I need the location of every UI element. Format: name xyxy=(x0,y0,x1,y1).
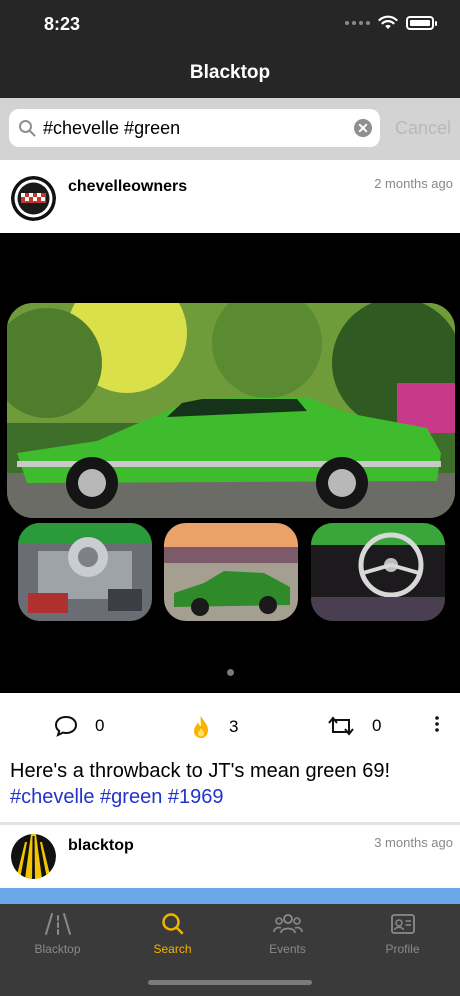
flame-icon xyxy=(194,716,208,738)
people-icon xyxy=(272,914,303,934)
post-media-carousel[interactable] xyxy=(0,233,460,693)
more-icon xyxy=(435,716,439,732)
home-indicator xyxy=(148,980,312,985)
flame-count: 3 xyxy=(229,717,239,736)
post-photo-sunset[interactable] xyxy=(164,523,298,621)
post-photo-main[interactable] xyxy=(7,303,455,518)
cancel-button[interactable]: Cancel xyxy=(395,118,451,139)
post-username[interactable]: blacktop xyxy=(68,837,134,855)
tab-events[interactable]: Events xyxy=(230,912,345,956)
post-timestamp: 2 months ago xyxy=(374,176,453,191)
status-icons xyxy=(345,15,437,30)
search-field[interactable] xyxy=(9,109,380,147)
top-bar: 8:23 Blacktop xyxy=(0,0,460,98)
tab-label: Blacktop xyxy=(34,942,81,956)
search-icon xyxy=(19,120,36,137)
tab-label: Events xyxy=(269,942,306,956)
comment-action[interactable]: 0 xyxy=(54,715,104,737)
page-title: Blacktop xyxy=(189,62,271,83)
clear-search-icon[interactable] xyxy=(354,119,372,137)
carousel-page-indicator xyxy=(227,669,234,676)
tab-blacktop[interactable]: Blacktop xyxy=(0,912,115,956)
tab-label: Search xyxy=(153,942,192,956)
status-time: 8:23 xyxy=(44,14,81,34)
more-options-button[interactable] xyxy=(432,715,442,733)
post-header: chevelleowners 2 months ago xyxy=(0,160,460,232)
repost-count: 0 xyxy=(372,716,382,735)
tab-search[interactable]: Search xyxy=(115,912,230,956)
post-media-preview[interactable] xyxy=(0,888,460,904)
cellular-signal-icon xyxy=(345,20,370,25)
comment-count: 0 xyxy=(95,716,105,735)
repost-action[interactable]: 0 xyxy=(327,715,381,737)
post-hashtags[interactable]: #chevelle #green #1969 xyxy=(10,784,450,810)
tab-profile[interactable]: Profile xyxy=(345,912,460,956)
search-bar: Cancel xyxy=(0,98,460,160)
flame-action[interactable]: 3 xyxy=(191,715,238,739)
avatar[interactable] xyxy=(11,176,56,221)
post-username[interactable]: chevelleowners xyxy=(68,178,187,196)
id-card-icon xyxy=(390,914,415,934)
road-icon xyxy=(44,913,71,935)
post-header: blacktop 3 months ago xyxy=(0,825,460,888)
post-caption: Here's a throwback to JT's mean green 69… xyxy=(10,758,450,810)
avatar[interactable] xyxy=(11,834,56,879)
comment-icon xyxy=(54,715,78,737)
tab-label: Profile xyxy=(385,942,420,956)
repost-icon xyxy=(328,716,354,736)
post-actions: 0 3 0 xyxy=(0,693,460,759)
post-timestamp: 3 months ago xyxy=(374,835,453,850)
post-caption-text: Here's a throwback to JT's mean green 69… xyxy=(10,760,391,782)
post-photo-engine[interactable] xyxy=(18,523,152,621)
search-input[interactable] xyxy=(43,109,343,147)
wifi-icon xyxy=(378,15,398,29)
post-photo-interior[interactable] xyxy=(311,523,445,621)
battery-icon xyxy=(406,15,437,30)
search-icon xyxy=(161,913,183,935)
